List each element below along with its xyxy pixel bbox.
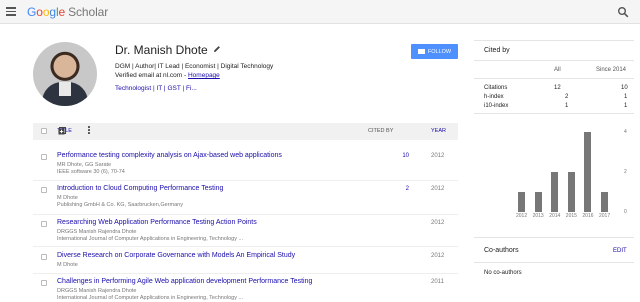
research-interests: Technologist | IT | GST | Fi... [115, 85, 197, 92]
stat-label: i10-index [484, 103, 509, 109]
avatar [33, 42, 97, 106]
chart-x-tick: 2013 [532, 213, 544, 219]
panel-divider [474, 237, 634, 238]
chart-bar-2012[interactable] [518, 192, 525, 212]
article-row: Introduction to Cloud Computing Performa… [33, 184, 458, 215]
stat-all: 12 [554, 85, 561, 91]
interest-link[interactable]: Fi... [186, 85, 197, 92]
row-checkbox[interactable] [41, 280, 47, 286]
stat-all: 2 [565, 94, 569, 100]
article-authors: MR Dhote, GG Sarate [57, 162, 112, 168]
email-text: Verified email at nl.com - [115, 72, 188, 79]
chart-x-tick: 2016 [582, 213, 594, 219]
profile-email: Verified email at nl.com - Homepage [115, 72, 220, 79]
row-checkbox[interactable] [41, 254, 47, 260]
interest-link[interactable]: Technologist [115, 85, 151, 92]
article-year: 2011 [431, 279, 444, 285]
article-title[interactable]: Introduction to Cloud Computing Performa… [57, 185, 223, 192]
cited-count[interactable]: 10 [393, 153, 409, 159]
article-row: Researching Web Application Performance … [33, 218, 458, 247]
edit-pencil-icon[interactable] [213, 45, 221, 53]
coauthors-empty: No co-authors [484, 270, 522, 276]
article-title[interactable]: Performance testing complexity analysis … [57, 152, 282, 159]
coauthors-title: Co-authors [484, 247, 519, 254]
cited-by-title: Cited by [484, 47, 510, 54]
sort-by-year[interactable]: YEAR [431, 128, 446, 134]
coauthors-edit-link[interactable]: EDIT [613, 248, 627, 254]
homepage-link[interactable]: Homepage [188, 72, 220, 79]
chart-bar-2014[interactable] [551, 172, 559, 212]
sort-by-cited[interactable]: CITED BY [368, 128, 393, 134]
article-row: Challenges in Performing Agile Web appli… [33, 277, 458, 302]
chart-y-tick: 2 [624, 169, 627, 175]
articles-table-header: TITLE CITED BY YEAR [33, 123, 458, 140]
article-year: 2012 [431, 220, 445, 226]
stat-since: 1 [624, 94, 628, 100]
chart-x-tick: 2014 [549, 213, 561, 219]
stat-since: 1 [624, 103, 628, 109]
row-checkbox[interactable] [41, 187, 47, 193]
google-scholar-logo[interactable]: Google Scholar [27, 5, 108, 19]
chart-bar-2016[interactable] [584, 132, 592, 212]
menu-icon[interactable] [6, 7, 16, 16]
panel-divider [474, 40, 634, 41]
chart-x-tick: 2017 [599, 213, 611, 219]
article-venue: Publishing GmbH & Co. KG, Saarbrucken,Ge… [57, 202, 183, 208]
profile-affiliation: DGM | Author| IT Lead | Economist | Digi… [115, 63, 274, 70]
chart-y-tick: 0 [624, 209, 627, 215]
stat-label: h-index [484, 94, 504, 100]
follow-label: FOLLOW [427, 48, 452, 55]
stat-all: 1 [565, 103, 569, 109]
logo-product-name: Scholar [68, 5, 109, 19]
article-authors: DRGGS Manish Rajendra Dhote [57, 288, 137, 294]
article-title[interactable]: Researching Web Application Performance … [57, 219, 257, 226]
article-year: 2012 [431, 153, 445, 159]
cited-count[interactable]: 2 [393, 186, 409, 192]
chart-y-tick: 4 [624, 129, 627, 135]
article-year: 2012 [431, 186, 445, 192]
more-vert-icon[interactable] [87, 126, 91, 136]
interest-link[interactable]: IT [156, 85, 162, 92]
panel-divider [474, 113, 634, 114]
stat-label: Citations [484, 85, 508, 91]
article-venue: International Journal of Computer Applic… [57, 236, 244, 242]
article-year: 2012 [431, 253, 445, 259]
envelope-icon [417, 49, 425, 54]
row-checkbox[interactable] [41, 221, 47, 227]
chart-x-tick: 2012 [516, 213, 528, 219]
article-row: Diverse Research on Corporate Governance… [33, 251, 458, 274]
article-title[interactable]: Challenges in Performing Agile Web appli… [57, 278, 312, 285]
chart-bar-2015[interactable] [567, 172, 575, 212]
col-since-header: Since 2014 [596, 67, 627, 73]
article-authors: M Dhote [57, 195, 78, 201]
chart-x-tick: 2015 [565, 213, 577, 219]
article-authors: DRGGS Manish Rajendra Dhote [57, 229, 137, 235]
chart-bar-2017[interactable] [601, 192, 608, 212]
interest-link[interactable]: GST [167, 85, 180, 92]
article-title[interactable]: Diverse Research on Corporate Governance… [57, 252, 295, 259]
panel-divider [474, 78, 634, 79]
stat-since: 10 [621, 85, 628, 91]
article-venue: International Journal of Computer Applic… [57, 295, 244, 301]
panel-divider [474, 60, 634, 61]
select-all-checkbox[interactable] [41, 128, 47, 134]
chart-bar-2013[interactable] [534, 192, 542, 212]
top-bar: Google Scholar [0, 0, 640, 24]
profile-name: Dr. Manish Dhote [115, 43, 208, 57]
col-all-header: All [554, 67, 561, 73]
article-row: Performance testing complexity analysis … [33, 151, 458, 181]
panel-divider [474, 262, 634, 263]
search-icon[interactable] [617, 6, 629, 18]
row-checkbox[interactable] [41, 154, 47, 160]
add-article-icon[interactable] [58, 127, 66, 135]
article-authors: M Dhote [57, 262, 78, 268]
article-venue: IEEE software 30 (6), 70-74 [57, 169, 125, 175]
follow-button[interactable]: FOLLOW [411, 44, 458, 59]
